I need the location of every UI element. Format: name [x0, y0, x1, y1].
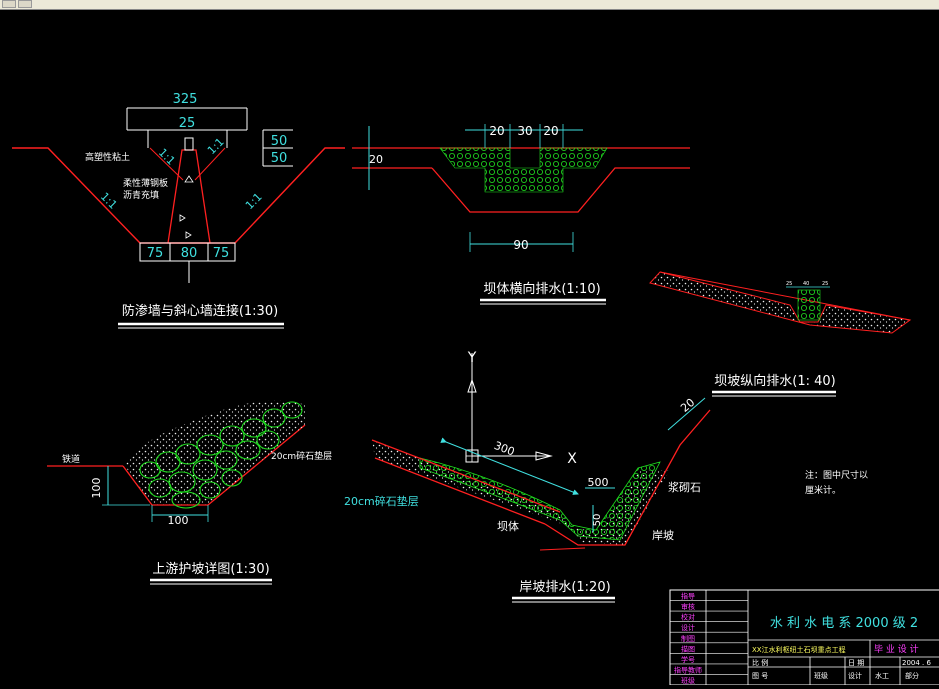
dim-25: 25 [179, 116, 196, 131]
footer-date: 日 期 [848, 659, 864, 667]
title-block-row-label: 指导教师 [674, 665, 702, 674]
title-block-design: 毕 业 设 计 [874, 643, 919, 655]
axis-x-label: X [567, 451, 577, 467]
title-cutoff-wall: 防渗墙与斜心墙连接(1:30) [122, 303, 278, 319]
title-block-row-label: 指导 [681, 592, 695, 601]
drawing-upstream-slope: 铁道 20cm碎石垫层 100 100 上游护坡详图(1:30) [47, 400, 332, 585]
dim-20-right: 20 [543, 124, 558, 138]
label-road: 铁道 [62, 453, 80, 465]
dim-20-side: 20 [369, 153, 383, 166]
dim-80: 80 [181, 246, 198, 261]
drawing-cutoff-wall: 325 25 50 50 75 80 75 1:1 1:1 1:1 1:1 高塑… [12, 92, 345, 329]
title-block-main: 水 利 水 电 系 2000 级 2 [770, 616, 918, 631]
label-gravel-layer: 20cm碎石垫层 [271, 450, 332, 462]
slope-label: 1:1 [205, 135, 227, 157]
footer-design: 设计 [848, 671, 862, 680]
dim-40: 40 [803, 281, 809, 287]
title-block-row-label: 校对 [681, 613, 695, 622]
title-longitudinal-drain: 坝坡纵向排水(1: 40) [714, 373, 835, 389]
dim-100-vertical: 100 [90, 478, 103, 499]
dim-50-top: 50 [271, 134, 288, 149]
toolbar [0, 0, 939, 10]
dim-50: 50 [592, 514, 603, 527]
slope-label: 1:1 [243, 190, 265, 212]
dim-325: 325 [173, 92, 198, 107]
footer-date-value: 2004 . 6 [902, 659, 931, 667]
label-bank-slope: 岸坡 [652, 529, 674, 542]
doc-icon[interactable] [18, 0, 32, 8]
title-block-row-label: 班级 [681, 676, 695, 685]
title-bank-drain: 岸坡排水(1:20) [519, 580, 610, 595]
cad-drawing-canvas[interactable]: 325 25 50 50 75 80 75 1:1 1:1 1:1 1:1 高塑… [0, 10, 939, 686]
dim-20: 20 [678, 396, 697, 415]
title-transverse-drain: 坝体横向排水(1:10) [483, 281, 600, 297]
dim-50-bottom: 50 [271, 151, 288, 166]
label-gravel-layer: 20cm碎石垫层 [344, 494, 419, 508]
dim-20-left: 20 [489, 124, 504, 138]
note-line-2: 厘米计。 [805, 484, 841, 496]
drawing-bank-drain: Y X 300 500 50 20 20cm碎石垫层 坝体 浆砌石 岸坡 岸坡排… [344, 350, 711, 603]
label-masonry: 浆砌石 [668, 480, 701, 494]
title-block-row-label: 设计 [681, 623, 695, 632]
dim-75-left: 75 [147, 246, 164, 261]
dim-100-horizontal: 100 [168, 514, 189, 527]
title-block-row-label: 学号 [681, 655, 695, 664]
label-steel-plate: 柔性薄钢板 [123, 177, 168, 189]
title-block-project: XX江水利枢纽土石坝重点工程 [752, 645, 846, 654]
doc-icon[interactable] [2, 0, 16, 8]
title-block-row-label: 审核 [681, 602, 695, 611]
note-line-1: 注：图中尺寸以 [805, 469, 868, 481]
dim-25a: 25 [786, 281, 792, 287]
title-block-row-label: 描图 [681, 644, 695, 653]
dim-90: 90 [513, 238, 528, 252]
footer-hydraulic: 水工 [875, 671, 889, 680]
label-asphalt: 沥青充填 [123, 189, 159, 201]
dim-500: 500 [588, 476, 609, 489]
footer-class: 班级 [814, 671, 828, 680]
axis-y-label: Y [467, 350, 477, 366]
drawing-transverse-drain: 20 30 20 20 90 坝体横向排水(1:10) [352, 124, 690, 305]
slope-label: 1:1 [156, 146, 178, 168]
dim-75-right: 75 [213, 246, 230, 261]
title-upstream-slope: 上游护坡详图(1:30) [152, 562, 269, 577]
dim-30: 30 [517, 124, 532, 138]
drawing-longitudinal-drain: 25 40 25 坝坡纵向排水(1: 40) [649, 271, 912, 397]
footer-scale: 比 例 [752, 658, 768, 667]
dim-25b: 25 [822, 281, 828, 287]
footer-part: 部分 [905, 671, 919, 680]
title-block: 指导审核校对设计制图描图学号指导教师班级 水 利 水 电 系 2000 级 2 … [669, 589, 939, 686]
label-dam-body: 坝体 [497, 519, 519, 533]
slope-label: 1:1 [98, 190, 120, 212]
title-block-row-label: 制图 [681, 634, 695, 643]
footer-drawing-no: 图 号 [752, 672, 768, 680]
label-clay: 高塑性粘土 [85, 151, 130, 163]
